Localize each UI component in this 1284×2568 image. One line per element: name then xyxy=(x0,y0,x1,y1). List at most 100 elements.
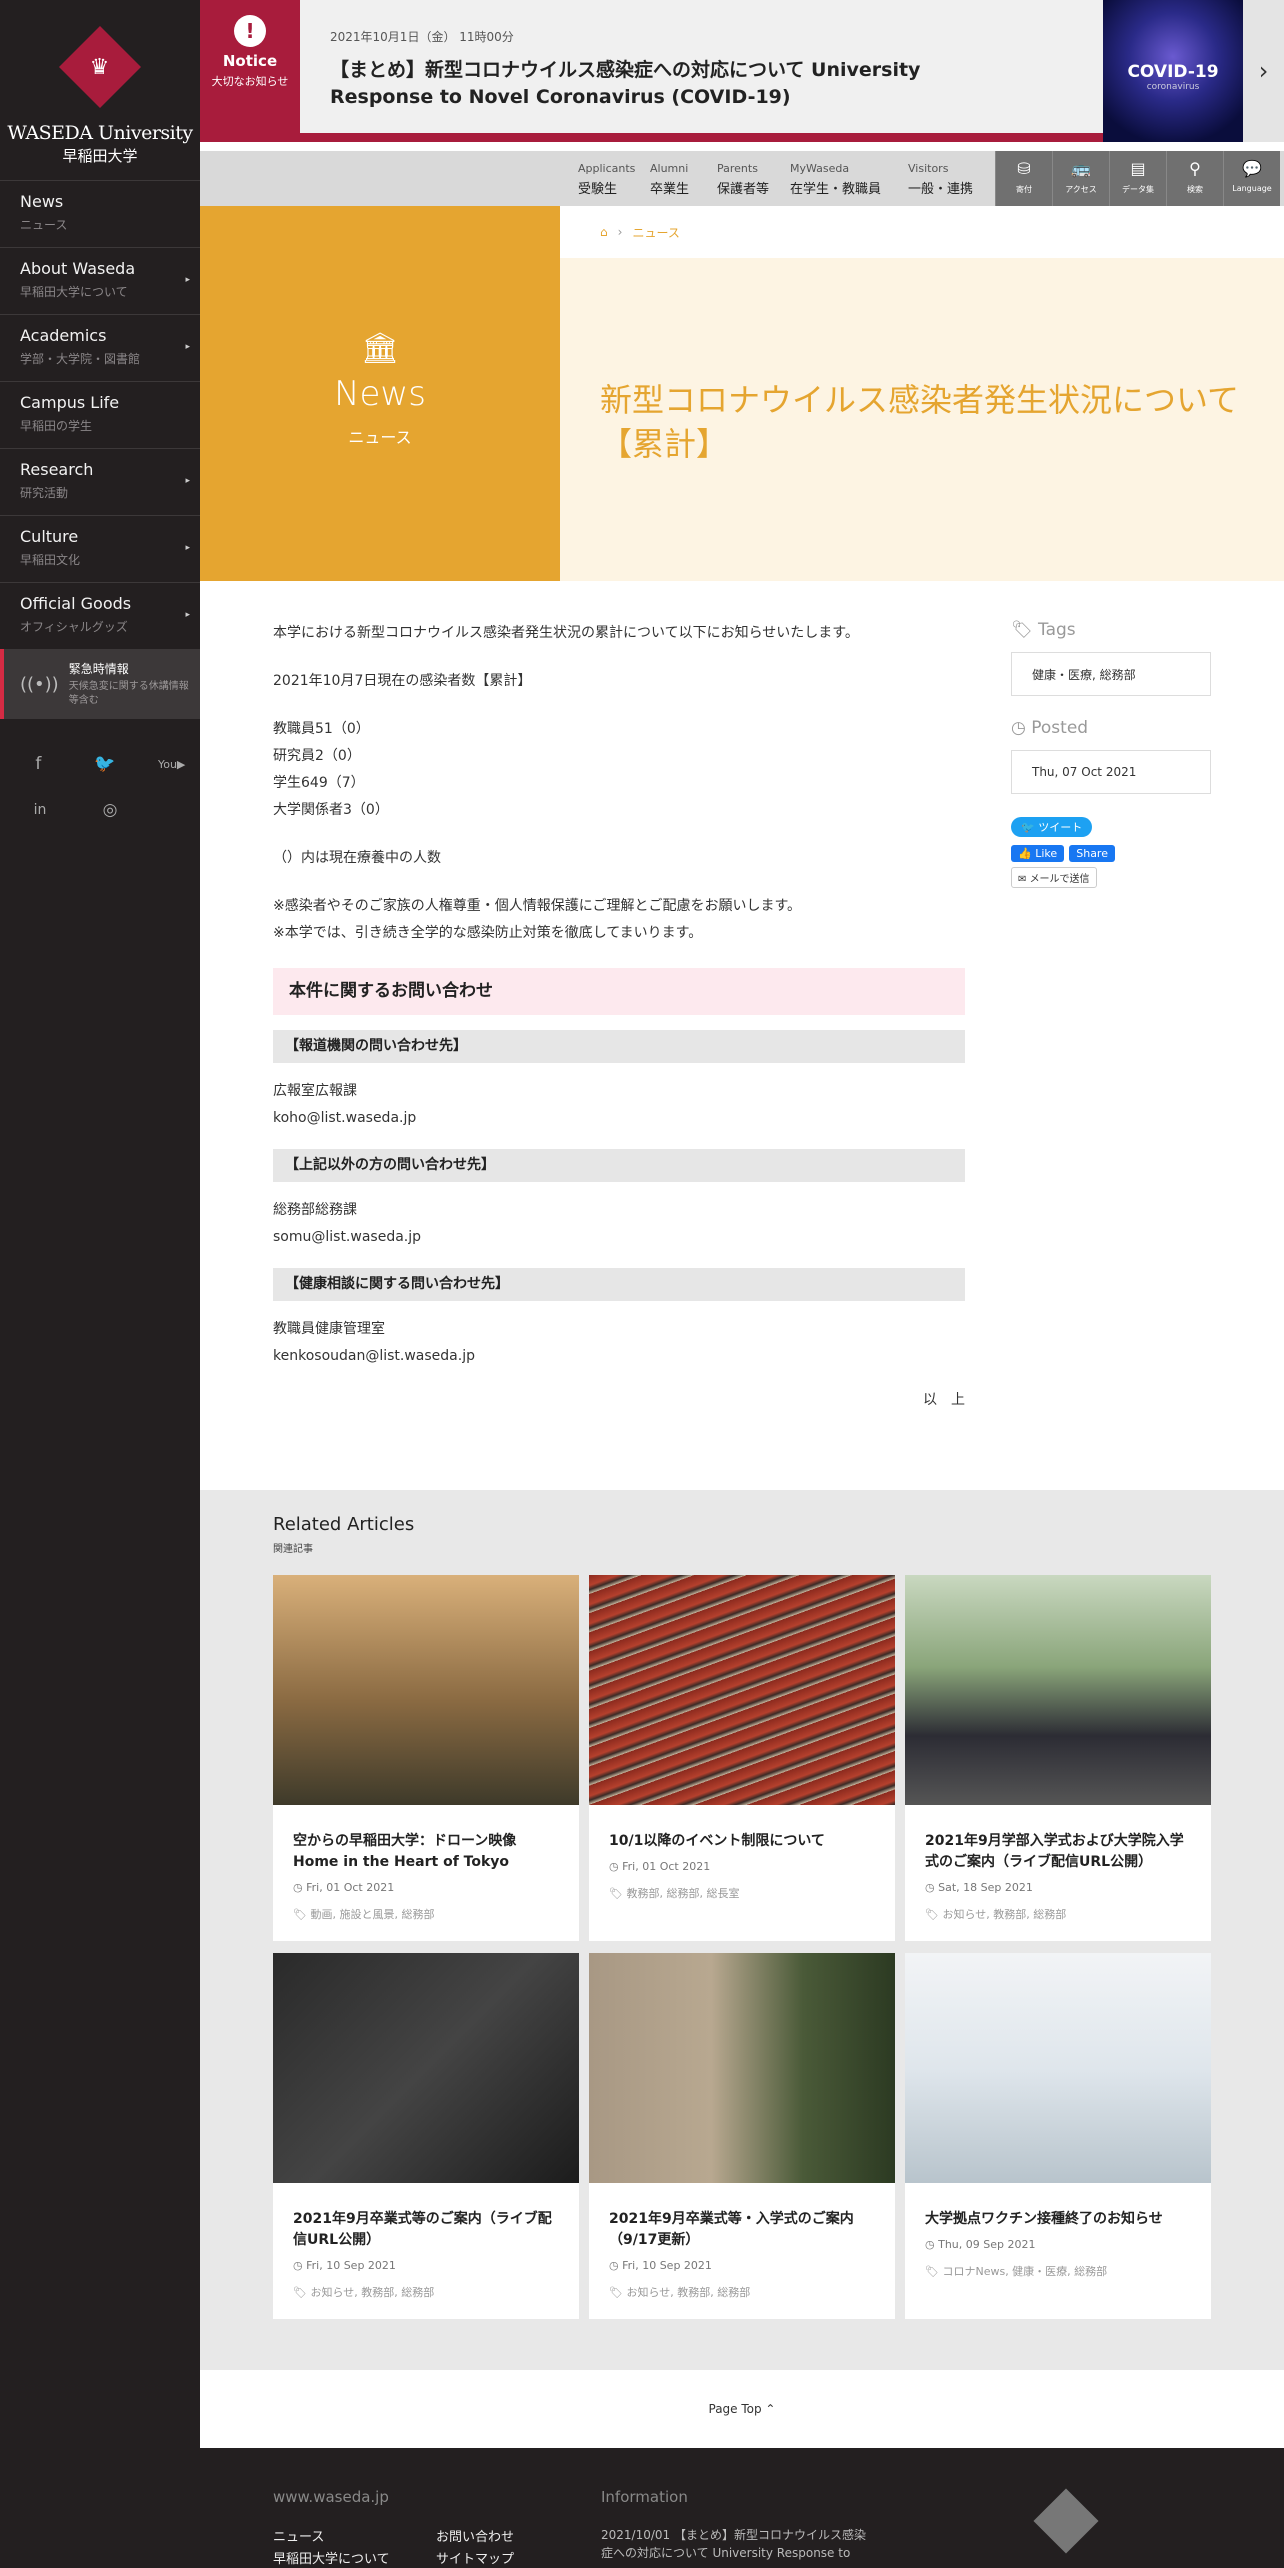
card-date-text: Fri, 01 Oct 2021 xyxy=(306,1881,395,1894)
card-image-ceremony-crowd xyxy=(905,1575,1211,1805)
tweet-label: ツイート xyxy=(1038,821,1083,834)
nav-label-en: MyWaseda xyxy=(790,162,850,175)
tags-list[interactable]: 健康・医療, 総務部 xyxy=(1011,652,1211,696)
posted-label: Posted xyxy=(1031,718,1089,738)
emergency-info-link[interactable]: ((•)) 緊急時情報 天候急変に関する休講情報 等含む xyxy=(0,649,200,719)
tool-label: データ集 xyxy=(1122,185,1154,194)
card-date: ◷ Fri, 10 Sep 2021 xyxy=(293,2259,396,2272)
sidebar-item-sublabel: 早稲田大学について xyxy=(20,285,128,299)
sidebar-item-label: Research xyxy=(20,460,94,479)
card-image-statue-tower xyxy=(589,1953,895,2183)
language-button[interactable]: 💬 Language xyxy=(1223,151,1280,206)
instagram-icon[interactable]: ◎ xyxy=(80,800,140,820)
home-icon[interactable]: ⌂ xyxy=(600,225,608,239)
data-button[interactable]: ▤ データ集 xyxy=(1109,151,1166,206)
card-tags-text: 教務部, 総務部, 総長室 xyxy=(626,1887,740,1900)
chevron-right-icon[interactable]: › xyxy=(1243,0,1284,142)
sidebar-item-research[interactable]: Research 研究活動 ▸ xyxy=(0,448,200,515)
document-icon: ▤ xyxy=(1130,159,1146,178)
audience-nav: Applicants 受験生 Alumni 卒業生 Parents 保護者等 M… xyxy=(200,151,1284,206)
page-top-button[interactable]: Page Top ⌃ xyxy=(200,2370,1284,2448)
tweet-button[interactable]: 🐦 ツイート xyxy=(1011,817,1093,837)
nav-label-en: Visitors xyxy=(908,162,949,175)
card-date-text: Thu, 09 Sep 2021 xyxy=(938,2238,1036,2251)
article-card[interactable]: 10/1以降のイベント制限について ◷ Fri, 01 Oct 2021 🏷 教… xyxy=(589,1575,895,1941)
card-tags: 🏷 動画, 施設と風景, 総務部 xyxy=(293,1908,435,1921)
nav-applicants[interactable]: Applicants 受験生 xyxy=(578,162,635,197)
facebook-like-button[interactable]: 👍 Like xyxy=(1011,845,1065,862)
search-button[interactable]: ⚲ 検索 xyxy=(1166,151,1223,206)
footer-info-line2[interactable]: 症への対応について University Response to xyxy=(601,2544,850,2561)
nav-parents[interactable]: Parents 保護者等 xyxy=(717,162,769,197)
footer-logo-icon[interactable] xyxy=(1033,2488,1099,2554)
sidebar-item-label: News xyxy=(20,192,64,211)
article-card[interactable]: 2021年9月卒業式等・入学式のご案内（9/17更新） ◷ Fri, 10 Se… xyxy=(589,1953,895,2319)
sidebar-item-news[interactable]: News ニュース xyxy=(0,180,200,247)
sidebar-item-official-goods[interactable]: Official Goods オフィシャルグッズ ▸ xyxy=(0,582,200,649)
article-card[interactable]: 空からの早稲田大学：ドローン映像 Home in the Heart of To… xyxy=(273,1575,579,1941)
thumb-subtitle: coronavirus xyxy=(1146,82,1200,92)
contact-org: 教職員健康管理室 xyxy=(273,1321,385,1337)
notice-title-link[interactable]: 【まとめ】新型コロナウイルス感染症への対応について University Res… xyxy=(330,57,1010,111)
crest-icon: ♛ xyxy=(58,25,142,109)
sidebar-item-label: About Waseda xyxy=(20,259,136,278)
card-title: 10/1以降のイベント制限について xyxy=(609,1833,825,1849)
donate-button[interactable]: ⛁ 寄付 xyxy=(995,151,1052,206)
twitter-icon[interactable]: 🐦 xyxy=(77,754,134,774)
card-image-vaccination-room xyxy=(905,1953,1211,2183)
footer-link-contact[interactable]: お問い合わせ xyxy=(436,2526,514,2545)
nav-label-ja: 保護者等 xyxy=(717,182,770,197)
footer-info-line1[interactable]: 2021/10/01 【まとめ】新型コロナウイルス感染 xyxy=(601,2526,866,2543)
chevron-right-icon: ▸ xyxy=(185,476,190,486)
footer-link-about[interactable]: 早稲田大学について xyxy=(273,2548,390,2567)
nav-alumni[interactable]: Alumni 卒業生 xyxy=(650,162,689,197)
search-icon: ⚲ xyxy=(1189,159,1201,178)
youtube-icon[interactable]: You▶ xyxy=(143,758,200,771)
important-notice-banner[interactable]: ! Notice 大切なお知らせ 2021年10月1日（金） 11時00分 【ま… xyxy=(200,0,1284,142)
sidebar-item-campus-life[interactable]: Campus Life 早稲田の学生 xyxy=(0,381,200,448)
article-card[interactable]: 2021年9月卒業式等のご案内（ライブ配信URL公開） ◷ Fri, 10 Se… xyxy=(273,1953,579,2319)
waseda-logo[interactable]: ♛ WASEDA University 早稲田大学 xyxy=(0,0,200,180)
footer-link-sitemap[interactable]: サイトマップ xyxy=(436,2548,514,2567)
sidebar-item-culture[interactable]: Culture 早稲田文化 ▸ xyxy=(0,515,200,582)
email-share-button[interactable]: ✉ メールで送信 xyxy=(1011,867,1097,888)
bus-icon: 🚌 xyxy=(1071,159,1091,178)
breadcrumb-news-link[interactable]: ニュース xyxy=(632,224,679,241)
contact-email[interactable]: koho@list.waseda.jp xyxy=(273,1105,965,1132)
like-label: Like xyxy=(1035,847,1058,860)
covid-thumbnail[interactable]: COVID-19 coronavirus xyxy=(1103,0,1243,142)
article-body: 本学における新型コロナウイルス感染者発生状況の累計について以下にお知らせいたしま… xyxy=(273,620,965,1414)
notice-sublabel: 大切なお知らせ xyxy=(211,75,289,88)
access-button[interactable]: 🚌 アクセス xyxy=(1052,151,1109,206)
page-title-area: 新型コロナウイルス感染者発生状況について【累計】 xyxy=(560,258,1284,581)
contact-email[interactable]: kenkosoudan@list.waseda.jp xyxy=(273,1343,965,1370)
facebook-icon[interactable]: f xyxy=(10,754,67,774)
sidebar-item-academics[interactable]: Academics 学部・大学院・図書館 ▸ xyxy=(0,314,200,381)
emergency-desc-line2: 等含む xyxy=(68,695,99,706)
nav-visitors[interactable]: Visitors 一般・連携 xyxy=(908,162,973,197)
footer-link-news[interactable]: ニュース xyxy=(273,2526,324,2545)
article-card[interactable]: 大学拠点ワクチン接種終了のお知らせ ◷ Thu, 09 Sep 2021 🏷 コ… xyxy=(905,1953,1211,2319)
article-intro: 本学における新型コロナウイルス感染者発生状況の累計について以下にお知らせいたしま… xyxy=(273,625,859,641)
facebook-share-button[interactable]: Share xyxy=(1069,845,1115,862)
nav-mywaseda[interactable]: MyWaseda 在学生・教職員 xyxy=(790,162,881,197)
tags-heading: 🏷 Tags xyxy=(1011,620,1211,640)
card-date-text: Fri, 01 Oct 2021 xyxy=(622,1860,711,1873)
card-date: ◷ Fri, 01 Oct 2021 xyxy=(293,1881,395,1894)
contact-email[interactable]: somu@list.waseda.jp xyxy=(273,1224,965,1251)
card-tags: 🏷 コロナNews, 健康・医療, 総務部 xyxy=(925,2265,1108,2278)
sidebar-item-about[interactable]: About Waseda 早稲田大学について ▸ xyxy=(0,247,200,314)
card-tags-text: お知らせ, 教務部, 総務部 xyxy=(626,2286,751,2299)
nav-label-en: Parents xyxy=(717,162,758,175)
card-title: 2021年9月学部入学式および大学院入学式のご案内（ライブ配信URL公開） xyxy=(925,1833,1184,1870)
sidebar-item-label: Academics xyxy=(20,326,107,345)
nav-label-en: Applicants xyxy=(578,162,636,175)
card-tags: 🏷 お知らせ, 教務部, 総務部 xyxy=(609,2286,751,2299)
note-parentheses: （）内は現在療養中の人数 xyxy=(273,850,441,866)
section-title-ja: ニュース xyxy=(348,428,412,447)
footer-site-heading: www.waseda.jp xyxy=(273,2488,389,2506)
article-card[interactable]: 2021年9月学部入学式および大学院入学式のご案内（ライブ配信URL公開） ◷ … xyxy=(905,1575,1211,1941)
linkedin-icon[interactable]: in xyxy=(10,802,70,818)
mail-label: メールで送信 xyxy=(1029,874,1090,885)
card-date: ◷ Fri, 01 Oct 2021 xyxy=(609,1860,711,1873)
